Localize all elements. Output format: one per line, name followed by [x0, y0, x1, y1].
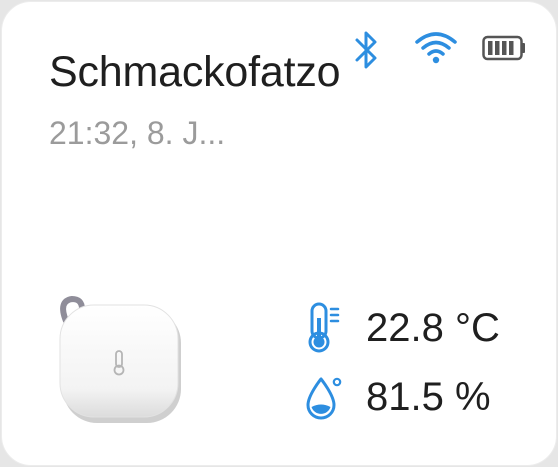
- humidity-drop-icon: [306, 377, 342, 420]
- thermometer-icon: [308, 302, 340, 353]
- battery-icon: [482, 35, 525, 61]
- sensor-device-image: [59, 295, 181, 423]
- humidity-reading: 81.5 %: [304, 371, 491, 423]
- device-card[interactable]: Schmackofatzo 21:32, 8. J... 22.8 °C 81.…: [1, 1, 557, 466]
- humidity-value: 81.5 %: [366, 374, 491, 419]
- bluetooth-icon: [355, 31, 377, 69]
- last-updated-timestamp: 21:32, 8. J...: [49, 115, 226, 151]
- temperature-value: 22.8 °C: [366, 305, 500, 350]
- temperature-reading: 22.8 °C: [304, 302, 500, 354]
- device-name: Schmackofatzo: [49, 48, 341, 96]
- wifi-icon: [415, 32, 457, 64]
